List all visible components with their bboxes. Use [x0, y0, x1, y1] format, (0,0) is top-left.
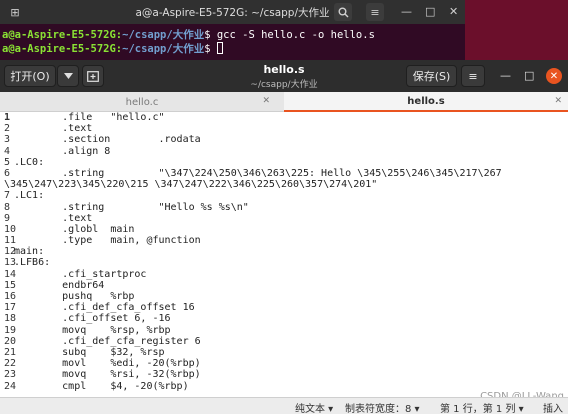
code-line[interactable]: 15 endbr64: [0, 280, 568, 291]
code-text: .LC1:: [14, 190, 45, 202]
maximize-icon[interactable]: □: [524, 69, 534, 82]
code-text: .LFB6:: [14, 257, 51, 269]
headerbar: 打开(O) hello.s ~/csapp/大作业 保存(S) ≡ — □ ✕: [0, 60, 568, 92]
new-tab-button[interactable]: [82, 65, 104, 87]
tab-close-icon[interactable]: ✕: [262, 96, 270, 106]
code-text: pushq %rbp: [14, 291, 135, 302]
code-line[interactable]: 19 movq %rsp, %rbp: [0, 325, 568, 336]
new-document-icon: [87, 70, 99, 82]
code-line[interactable]: 21 subq $32, %rsp: [0, 347, 568, 358]
desktop-wallpaper: [465, 0, 568, 60]
code-line[interactable]: 9 .text: [0, 213, 568, 224]
cursor-position[interactable]: 第 1 行，第 1 列 ▾: [440, 400, 524, 414]
code-line[interactable]: 17 .cfi_def_cfa_offset 16: [0, 302, 568, 313]
tab-label: hello.c: [125, 96, 159, 108]
code-line[interactable]: 13 .LFB6:: [0, 257, 568, 268]
close-icon[interactable]: ✕: [449, 5, 458, 18]
code-line[interactable]: 14 .cfi_startproc: [0, 269, 568, 280]
code-text: .text: [14, 212, 93, 224]
gedit-window: 打开(O) hello.s ~/csapp/大作业 保存(S) ≡ — □ ✕ …: [0, 60, 568, 414]
code-text: .section .rodata: [14, 134, 201, 146]
minimize-icon[interactable]: —: [401, 5, 412, 18]
code-text: .cfi_def_cfa_register 6: [14, 335, 201, 347]
code-text: endbr64: [14, 279, 105, 291]
code-line[interactable]: 20 .cfi_def_cfa_register 6: [0, 336, 568, 347]
code-text: movl %edi, -20(%rbp): [14, 358, 201, 370]
code-line[interactable]: 16 pushq %rbp: [0, 291, 568, 302]
prompt-user: a@a-Aspire-E5-572G: [2, 29, 116, 41]
code-line[interactable]: 5 .LC0:: [0, 157, 568, 168]
maximize-icon[interactable]: □: [425, 5, 435, 18]
chevron-down-icon: [63, 73, 73, 79]
code-line[interactable]: 11 .type main, @function: [0, 235, 568, 246]
tab-hello-s[interactable]: hello.s ✕: [284, 92, 568, 112]
language-selector[interactable]: 纯文本 ▾: [295, 400, 333, 414]
prompt-command: $: [204, 43, 217, 55]
tab-label: hello.s: [407, 95, 445, 107]
tab-hello-c[interactable]: hello.c ✕: [0, 92, 284, 112]
code-text: .LC0:: [14, 156, 45, 168]
code-line[interactable]: 22 movl %edi, -20(%rbp): [0, 358, 568, 369]
code-line[interactable]: 7 .LC1:: [0, 190, 568, 201]
code-text: main:: [14, 246, 45, 258]
code-text: .file "hello.c": [14, 112, 165, 123]
terminal-output[interactable]: a@a-Aspire-E5-572G:~/csapp/大作业$ gcc -S h…: [0, 24, 465, 60]
terminal-window: ⊞ a@a-Aspire-E5-572G: ~/csapp/大作业 ≡ — □ …: [0, 0, 465, 60]
code-line[interactable]: 10 .globl main: [0, 224, 568, 235]
terminal-line: a@a-Aspire-E5-572G:~/csapp/大作业$ gcc -S h…: [2, 29, 375, 41]
prompt-path: ~/csapp/大作业: [122, 43, 205, 55]
close-icon[interactable]: ✕: [546, 68, 562, 84]
open-button[interactable]: 打开(O): [4, 65, 56, 87]
terminal-line: a@a-Aspire-E5-572G:~/csapp/大作业$: [2, 42, 463, 56]
code-text: .globl main: [14, 223, 135, 235]
code-editor[interactable]: 1 .file "hello.c" 2 .text 3 .section .roda…: [0, 112, 568, 397]
prompt-command: $ gcc -S hello.c -o hello.s: [204, 29, 375, 41]
code-line[interactable]: 12 main:: [0, 246, 568, 257]
search-icon[interactable]: [334, 3, 352, 21]
prompt-user: a@a-Aspire-E5-572G: [2, 43, 116, 55]
code-text: .cfi_startproc: [14, 268, 147, 280]
code-line[interactable]: 4 .align 8: [0, 146, 568, 157]
tab-width-selector[interactable]: 制表符宽度：8 ▾: [345, 400, 420, 414]
tab-bar: hello.c ✕ hello.s ✕: [0, 92, 568, 112]
code-text: .string "\347\224\250\346\263\225: Hello…: [14, 167, 502, 179]
code-text: cmpl $4, -20(%rbp): [14, 380, 189, 392]
code-line[interactable]: 24 cmpl $4, -20(%rbp): [0, 381, 568, 392]
document-path: ~/csapp/大作业: [250, 80, 318, 90]
open-dropdown-button[interactable]: [57, 65, 79, 87]
code-text: \345\247\223\345\220\215 \347\247\222\34…: [4, 179, 378, 191]
code-text: .cfi_def_cfa_offset 16: [14, 302, 195, 314]
code-line[interactable]: 8 .string "Hello %s %s\n": [0, 202, 568, 213]
document-title: hello.s: [263, 63, 305, 76]
code-text: movq %rsi, -32(%rbp): [14, 369, 201, 381]
code-text: movq %rsp, %rbp: [14, 324, 171, 336]
hamburger-menu-icon[interactable]: ≡: [461, 65, 485, 87]
code-line[interactable]: 1 .file "hello.c": [0, 112, 568, 123]
status-bar: 纯文本 ▾ 制表符宽度：8 ▾ 第 1 行，第 1 列 ▾ 插入: [0, 397, 568, 414]
code-text: .type main, @function: [14, 235, 201, 247]
code-line[interactable]: 2 .text: [0, 123, 568, 134]
text-cursor: [216, 42, 223, 54]
insert-mode-indicator[interactable]: 插入: [543, 400, 563, 414]
code-text: .align 8: [14, 145, 111, 157]
code-line[interactable]: 3 .section .rodata: [0, 134, 568, 145]
terminal-title: a@a-Aspire-E5-572G: ~/csapp/大作业: [135, 7, 330, 19]
save-button[interactable]: 保存(S): [406, 65, 457, 87]
code-line[interactable]: 18 .cfi_offset 6, -16: [0, 313, 568, 324]
tab-close-icon[interactable]: ✕: [554, 96, 562, 106]
terminal-titlebar: ⊞ a@a-Aspire-E5-572G: ~/csapp/大作业 ≡ — □ …: [0, 0, 465, 24]
code-line[interactable]: \345\247\223\345\220\215 \347\247\222\34…: [0, 179, 568, 190]
code-text: .text: [14, 123, 93, 135]
code-text: .string "Hello %s %s\n": [14, 201, 249, 213]
prompt-path: ~/csapp/大作业: [122, 29, 205, 41]
code-line[interactable]: 23 movq %rsi, -32(%rbp): [0, 369, 568, 380]
minimize-icon[interactable]: —: [500, 69, 511, 82]
menu-icon[interactable]: ≡: [366, 3, 384, 21]
code-text: subq $32, %rsp: [14, 346, 165, 358]
code-line[interactable]: 6 .string "\347\224\250\346\263\225: Hel…: [0, 168, 568, 179]
code-text: .cfi_offset 6, -16: [14, 313, 171, 325]
